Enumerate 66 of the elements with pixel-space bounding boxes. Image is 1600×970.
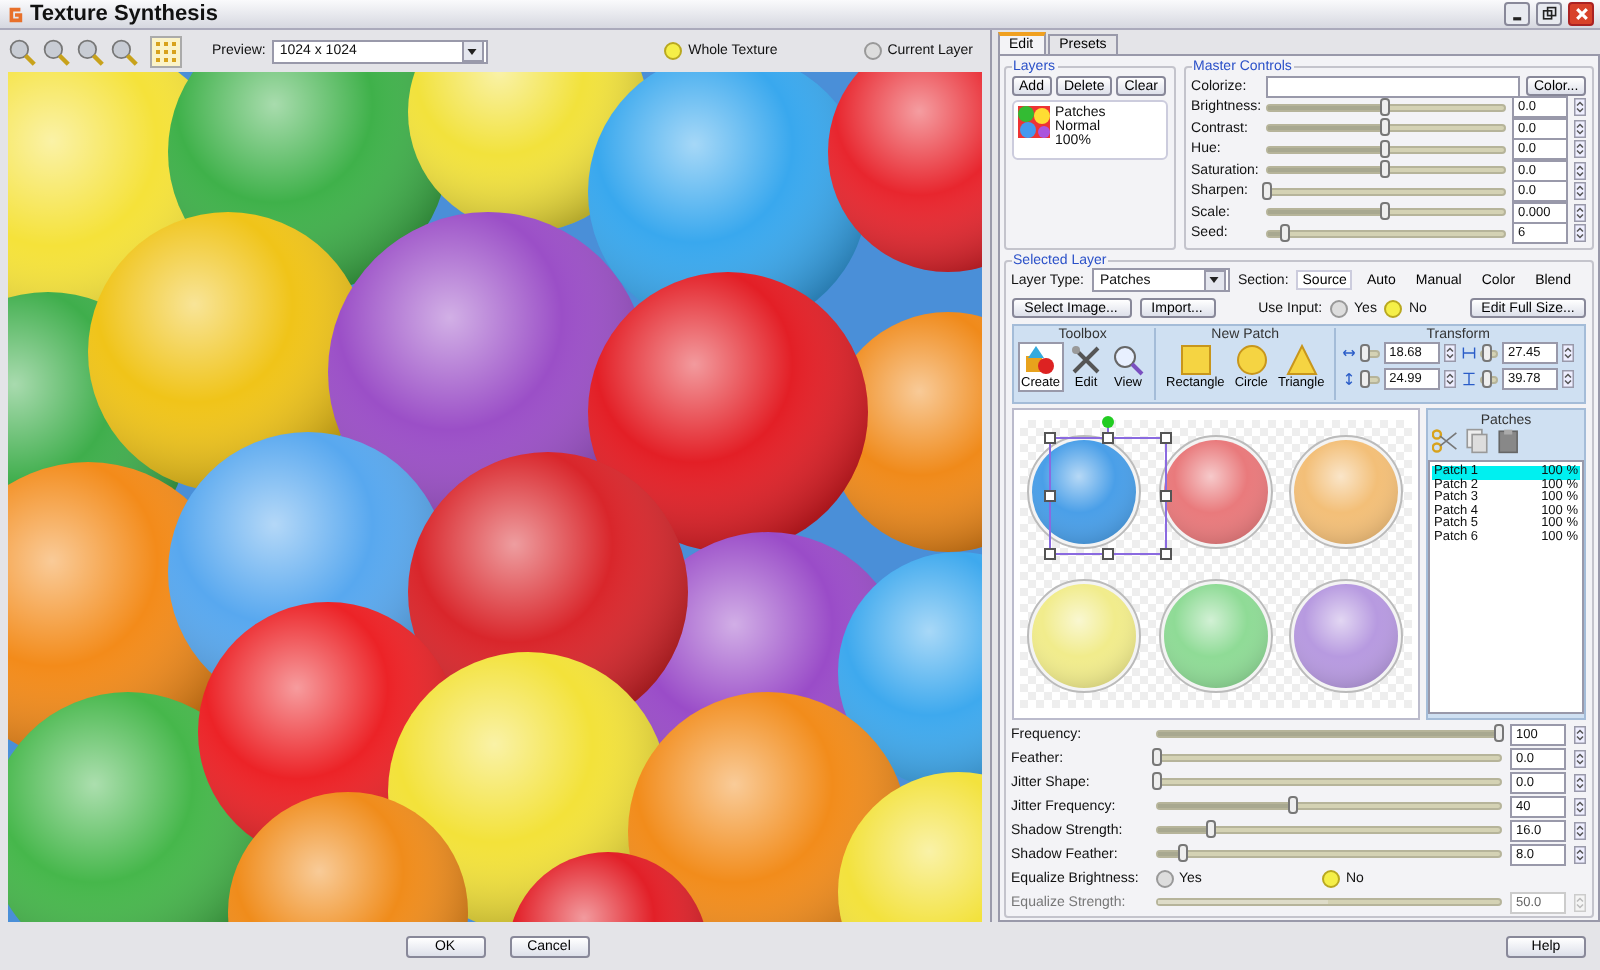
slider-thumb[interactable] (1279, 223, 1290, 242)
spinner-icon[interactable] (1562, 370, 1574, 388)
sphere-drawing[interactable] (1024, 432, 1145, 552)
slider-thumb[interactable] (1379, 160, 1390, 179)
zoom-icon[interactable] (42, 37, 70, 65)
spinner-icon[interactable] (1574, 845, 1586, 863)
caret-icon (466, 45, 479, 57)
slider-thumb[interactable] (1379, 118, 1390, 137)
spinner-icon[interactable] (1574, 224, 1586, 243)
slider-thumb[interactable] (1379, 139, 1390, 158)
copy-icon[interactable] (1464, 428, 1490, 454)
tools-icon (1070, 344, 1103, 376)
arrows-icon (1461, 372, 1476, 386)
triangle-icon (1285, 344, 1318, 376)
slider-thumb[interactable] (1261, 181, 1272, 200)
zoom-icon[interactable] (8, 37, 36, 65)
grid-icon[interactable] (150, 35, 182, 67)
colorize-field[interactable] (1265, 75, 1520, 98)
slider-thumb[interactable] (1360, 343, 1371, 361)
arrows-icon (1342, 346, 1357, 360)
spinner-icon[interactable] (1574, 140, 1586, 159)
spinner-icon[interactable] (1574, 821, 1586, 839)
slider-thumb[interactable] (1151, 772, 1162, 790)
slider-thumb[interactable] (1151, 748, 1162, 766)
magnifier-icon (1112, 344, 1145, 376)
selection-handles-drawing[interactable] (1043, 412, 1172, 560)
layer-thumbnail-icon (1017, 106, 1050, 138)
spinner-icon[interactable] (1574, 773, 1586, 791)
slider-thumb[interactable] (1482, 369, 1493, 387)
scissors-icon[interactable] (1432, 428, 1458, 454)
minimize-button[interactable] (1504, 2, 1530, 26)
close-button[interactable] (1568, 2, 1594, 26)
spinner-icon[interactable] (1574, 119, 1586, 138)
sphere-drawing[interactable] (1155, 432, 1276, 552)
spinner-icon[interactable] (1574, 98, 1586, 117)
slider-thumb[interactable] (1379, 97, 1390, 116)
paste-icon[interactable] (1496, 428, 1522, 454)
spinner-icon[interactable] (1574, 182, 1586, 201)
arrows-icon (1342, 372, 1357, 386)
slider-thumb[interactable] (1288, 796, 1299, 814)
slider-thumb[interactable] (1379, 202, 1390, 221)
spinner-icon[interactable] (1574, 797, 1586, 815)
spinner-icon[interactable] (1574, 725, 1586, 743)
spinner-icon[interactable] (1574, 161, 1586, 180)
zoom-icon[interactable] (110, 37, 138, 65)
spinner-icon[interactable] (1574, 749, 1586, 767)
spinner-icon[interactable] (1443, 344, 1456, 362)
slider-thumb[interactable] (1482, 343, 1493, 361)
slider-thumb[interactable] (1178, 844, 1189, 862)
square-icon (1179, 344, 1212, 376)
close-icon (1573, 6, 1589, 22)
app-logo-icon (6, 5, 24, 23)
restore-button[interactable] (1536, 2, 1562, 26)
slider-thumb[interactable] (1205, 820, 1216, 838)
slider-thumb[interactable] (1494, 724, 1504, 742)
spinner-icon[interactable] (1443, 370, 1456, 388)
zoom-icon[interactable] (76, 37, 104, 65)
spinner-icon[interactable] (1562, 344, 1574, 362)
arrows-icon (1461, 346, 1476, 360)
spinner-icon[interactable] (1574, 203, 1586, 222)
slider-thumb[interactable] (1360, 369, 1371, 387)
window-title: Texture Synthesis (30, 2, 218, 26)
restore-icon (1541, 6, 1557, 22)
circle-icon (1235, 344, 1268, 376)
shapes-icon (1024, 344, 1057, 376)
caret-icon (1208, 274, 1221, 286)
